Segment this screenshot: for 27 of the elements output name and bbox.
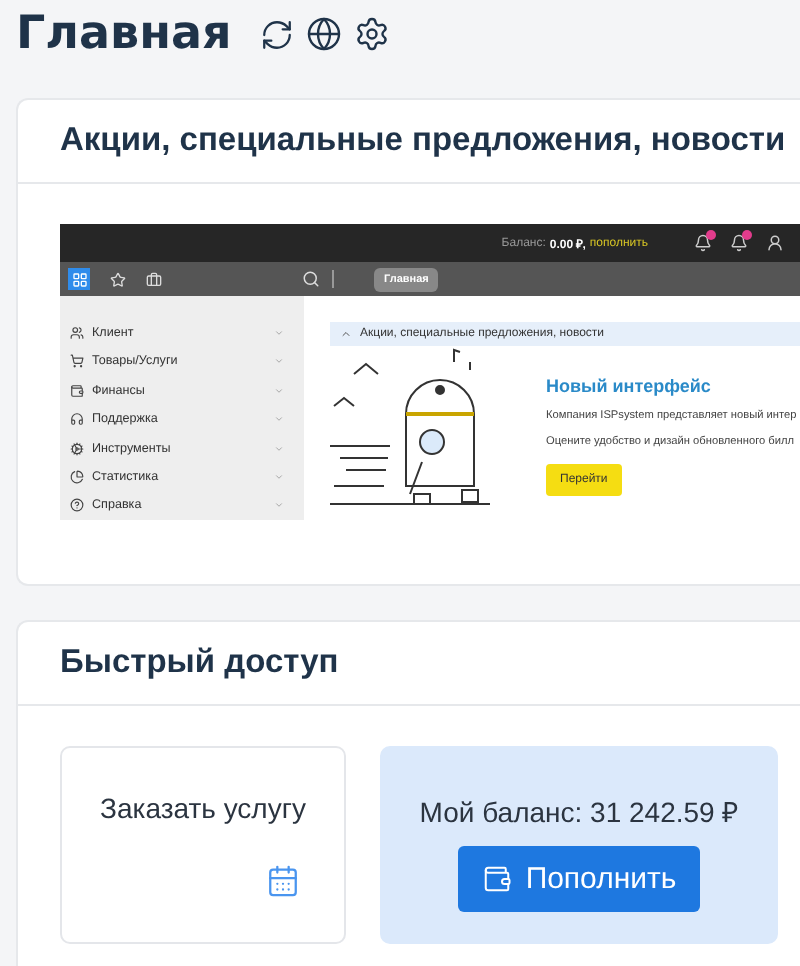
card-title: Акции, специальные предложения, новости [18,100,800,184]
balance-text: Мой баланс: 31 242.59 ₽ [419,794,739,830]
globe-icon[interactable] [305,16,342,52]
wallet-icon [481,864,512,894]
refresh-icon[interactable] [259,17,294,51]
wallet-icon [70,383,84,398]
help-icon [70,498,84,513]
bell-icon[interactable] [694,234,712,253]
cart-icon [70,354,84,369]
topup-button[interactable]: Пополнить [457,846,701,912]
card-title: Быстрый доступ [18,622,800,706]
star-icon[interactable] [110,271,126,288]
tile-label: Заказать услугу [100,792,306,824]
gear-icon [70,441,84,456]
promo-headline: Новый интерфейс [546,376,713,397]
pie-chart-icon [70,469,84,484]
settings-icon[interactable] [353,16,390,52]
grid-icon[interactable] [68,268,90,291]
calendar-icon [266,864,300,898]
headset-icon [70,412,84,427]
search-icon[interactable] [302,270,320,289]
user-icon[interactable] [766,234,784,253]
briefcase-icon[interactable] [146,271,162,288]
bell-icon[interactable] [730,234,748,253]
people-icon [70,325,84,340]
page-title: Главная [16,8,232,60]
order-service-tile[interactable]: Заказать услугу [60,746,346,944]
